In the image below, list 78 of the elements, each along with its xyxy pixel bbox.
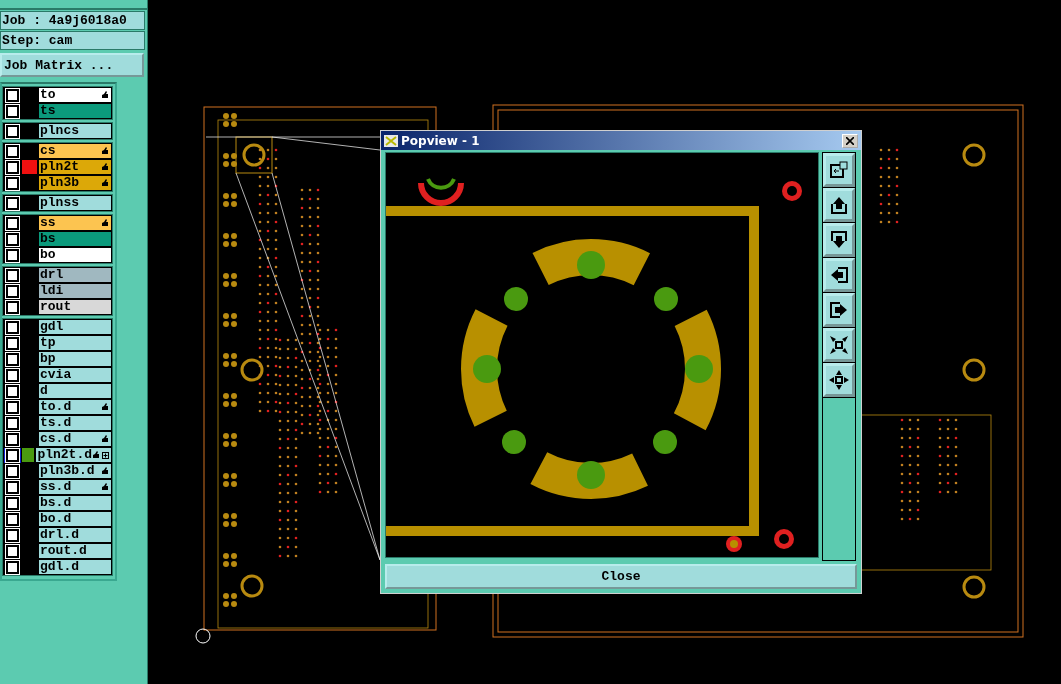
window-title: Popview - 1 xyxy=(401,133,481,148)
layer-checkbox[interactable] xyxy=(6,160,19,174)
layer-item[interactable]: rout.d xyxy=(39,544,111,558)
layer-checkbox[interactable] xyxy=(6,512,19,526)
layer-item[interactable]: cs xyxy=(39,144,111,158)
layer-checkbox[interactable] xyxy=(6,176,19,190)
layer-item[interactable]: ss.d xyxy=(39,480,111,494)
layer-item[interactable]: to xyxy=(39,88,111,102)
layer-checkbox[interactable] xyxy=(6,544,19,558)
layer-item[interactable]: cs.d xyxy=(39,432,111,446)
job-name: Job : 4a9j6018a0 xyxy=(0,11,145,30)
step-name: Step: cam xyxy=(0,31,145,50)
layer-item[interactable]: pln2t xyxy=(39,160,111,174)
close-icon xyxy=(846,136,854,145)
zoom-out-icon xyxy=(828,369,850,392)
layer-checkbox[interactable] xyxy=(6,496,19,510)
layer-item[interactable]: bs.d xyxy=(39,496,111,510)
layer-checkbox[interactable] xyxy=(6,104,19,118)
layer-checkbox[interactable] xyxy=(6,528,19,542)
layer-item[interactable]: drl xyxy=(39,268,111,282)
layer-checkbox[interactable] xyxy=(6,144,19,158)
layer-checkbox[interactable] xyxy=(6,480,19,494)
layer-checkbox[interactable] xyxy=(6,416,19,430)
layer-checkbox[interactable] xyxy=(6,464,19,478)
layer-item[interactable]: cvia xyxy=(39,368,111,382)
layer-item[interactable]: ss xyxy=(39,216,111,230)
layer-checkbox[interactable] xyxy=(6,368,19,382)
layer-item[interactable]: d xyxy=(39,384,111,398)
layer-item[interactable]: bo xyxy=(39,248,111,262)
app-icon xyxy=(384,134,398,147)
layer-item[interactable]: ts xyxy=(39,104,111,118)
layer-checkbox[interactable] xyxy=(6,400,19,414)
layer-item[interactable]: pln3b xyxy=(39,176,111,190)
layer-item[interactable]: drl.d xyxy=(39,528,111,542)
layer-checkbox[interactable] xyxy=(6,300,19,314)
zoom-window-button[interactable] xyxy=(823,153,855,188)
pan-down-button[interactable] xyxy=(823,223,855,258)
pan-left-button[interactable] xyxy=(823,258,855,293)
layer-item[interactable]: to.d xyxy=(39,400,111,414)
pan-up-button[interactable] xyxy=(823,188,855,223)
hand-icon xyxy=(101,219,109,227)
layer-checkbox[interactable] xyxy=(6,560,19,574)
job-matrix-button[interactable]: Job Matrix ... xyxy=(0,53,144,77)
close-button[interactable] xyxy=(842,133,858,148)
pan-right-button[interactable] xyxy=(823,293,855,328)
layer-item[interactable]: gdl xyxy=(39,320,111,334)
plus-square-icon xyxy=(102,451,109,459)
layer-item[interactable]: rout xyxy=(39,300,111,314)
layer-checkbox[interactable] xyxy=(6,232,19,246)
layer-item[interactable]: pln3b.d xyxy=(39,464,111,478)
zoom-in-icon xyxy=(828,334,850,357)
layer-checkbox[interactable] xyxy=(6,196,19,210)
layer-checkbox[interactable] xyxy=(6,124,19,138)
hand-icon xyxy=(101,91,109,99)
layer-item[interactable]: plncs xyxy=(39,124,111,138)
layer-checkbox[interactable] xyxy=(6,248,19,262)
zoom-in-button[interactable] xyxy=(823,328,855,363)
layer-checkbox[interactable] xyxy=(6,352,19,366)
layer-item[interactable]: tp xyxy=(39,336,111,350)
layer-item[interactable]: bo.d xyxy=(39,512,111,526)
layer-checkbox[interactable] xyxy=(6,216,19,230)
close-button[interactable]: Close xyxy=(385,564,857,589)
layer-checkbox[interactable] xyxy=(6,88,19,102)
hand-icon xyxy=(101,403,109,411)
layer-checkbox[interactable] xyxy=(6,268,19,282)
layer-item[interactable]: ldi xyxy=(39,284,111,298)
zoom-out-button[interactable] xyxy=(823,363,855,398)
layer-checkbox[interactable] xyxy=(6,432,19,446)
layer-item[interactable]: gdl.d xyxy=(39,560,111,574)
layer-item[interactable]: plnss xyxy=(39,196,111,210)
layer-item[interactable]: bp xyxy=(39,352,111,366)
layer-item[interactable]: pln2t.d xyxy=(36,448,111,462)
layer-checkbox[interactable] xyxy=(6,320,19,334)
layer-item[interactable]: ts.d xyxy=(39,416,111,430)
layer-checkbox[interactable] xyxy=(6,384,19,398)
layer-checkbox[interactable] xyxy=(6,284,19,298)
layer-item[interactable]: bs xyxy=(39,232,111,246)
layer-checkbox[interactable] xyxy=(6,336,19,350)
